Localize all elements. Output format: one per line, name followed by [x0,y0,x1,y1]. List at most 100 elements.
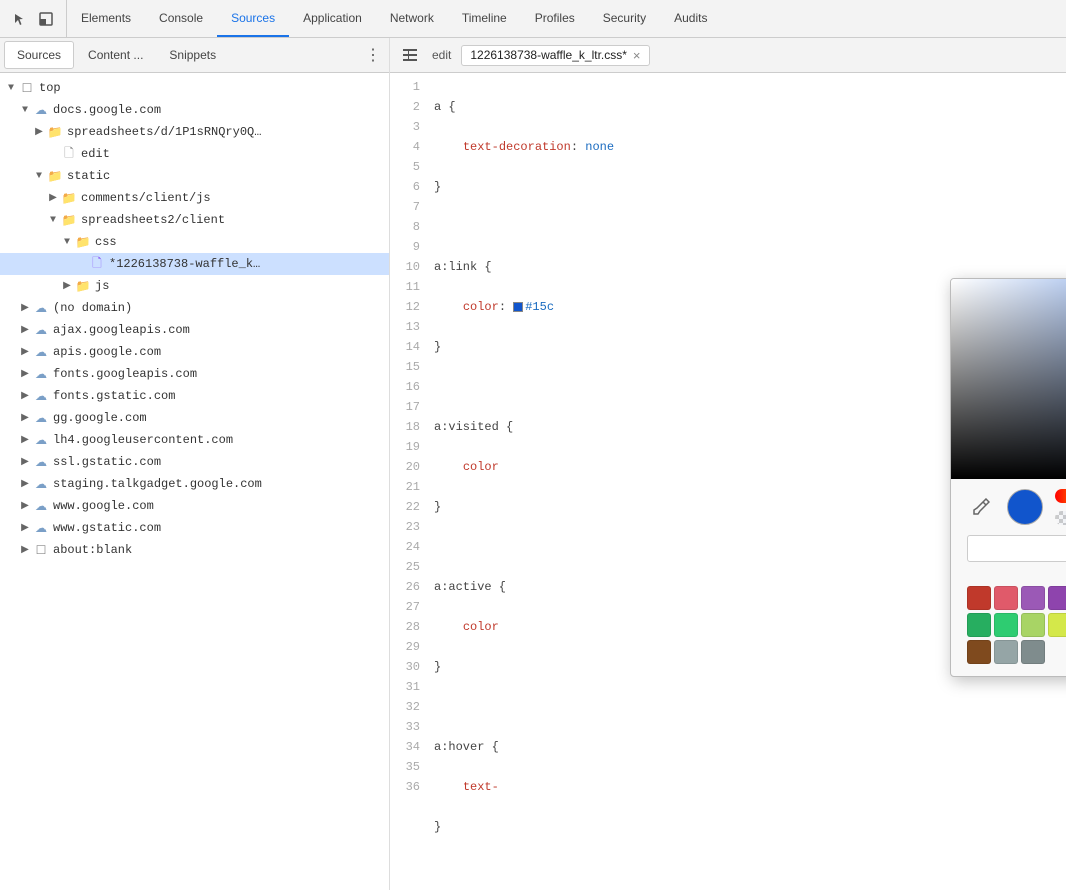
tree-item-ajax[interactable]: ▶ ☁ ajax.googleapis.com [0,319,389,341]
tab-console[interactable]: Console [145,0,217,37]
tree-item-fonts-googleapis[interactable]: ▶ ☁ fonts.googleapis.com [0,363,389,385]
swatches-grid [967,586,1066,664]
cloud-icon-apis: ☁ [32,345,50,360]
tree-label-spreadsheets2: spreadsheets2/client [81,213,225,227]
tab-profiles[interactable]: Profiles [521,0,589,37]
cloud-icon-fonts-googleapis: ☁ [32,367,50,382]
folder-icon-css: 📁 [74,235,92,250]
swatch-19[interactable] [967,640,991,664]
tree-label-fonts-googleapis: fonts.googleapis.com [53,367,197,381]
tree-item-top[interactable]: ▼ ☐ top [0,77,389,99]
tree-item-spreadsheets[interactable]: ▶ 📁 spreadsheets/d/1P1sRNQry0Q… [0,121,389,143]
tree-item-staging-talkgadget[interactable]: ▶ ☁ staging.talkgadget.google.com [0,473,389,495]
tab-elements[interactable]: Elements [67,0,145,37]
cloud-icon-no-domain: ☁ [32,301,50,316]
swatch-20[interactable] [994,640,1018,664]
tree-label-static: static [67,169,110,183]
tree-item-docs[interactable]: ▼ ☁ docs.google.com [0,99,389,121]
arrow-waffle-css [74,259,88,270]
hex-input[interactable] [967,535,1066,562]
tree-item-gg-google[interactable]: ▶ ☁ gg.google.com [0,407,389,429]
tree-item-apis[interactable]: ▶ ☁ apis.google.com [0,341,389,363]
color-preview-circle [1007,489,1043,525]
swatch-4[interactable] [1048,586,1066,610]
tree-item-about-blank[interactable]: ▶ ☐ about:blank [0,539,389,561]
alpha-slider-inner [1055,511,1066,525]
code-file-tab-name: 1226138738-waffle_k_ltr.css* [470,48,627,62]
tree-label-gg-google: gg.google.com [53,411,147,425]
tree-item-edit[interactable]: 🗋 edit [0,143,389,165]
nav-tabs: Elements Console Sources Application Net… [67,0,721,37]
folder-icon-comments: 📁 [60,191,78,206]
tab-application[interactable]: Application [289,0,376,37]
tab-sources[interactable]: Sources [217,0,289,37]
close-tab-button[interactable]: × [633,48,641,63]
swatch-1[interactable] [967,586,991,610]
arrow-ssl-gstatic: ▶ [18,456,32,468]
cloud-icon-ssl-gstatic: ☁ [32,455,50,470]
tree-item-no-domain[interactable]: ▶ ☁ (no domain) [0,297,389,319]
tree-label-staging-talkgadget: staging.talkgadget.google.com [53,477,262,491]
arrow-apis: ▶ [18,346,32,358]
tree-item-waffle-css[interactable]: 🗋 *1226138738-waffle_k… [0,253,389,275]
tree-item-comments[interactable]: ▶ 📁 comments/client/js [0,187,389,209]
file-icon-edit: 🗋 [60,144,78,165]
folder-open-icon: ☐ [18,81,36,96]
tree-label-css: css [95,235,117,249]
tree-label-top: top [39,81,61,95]
eyedropper-button[interactable] [967,493,995,521]
file-icon-waffle-css: 🗋 [88,254,106,275]
sidebar-toggle-button[interactable] [398,43,422,67]
sidebar-tab-snippets[interactable]: Snippets [157,41,228,69]
tree-label-edit: edit [81,147,110,161]
swatch-10[interactable] [967,613,991,637]
arrow-www-google: ▶ [18,500,32,512]
tree-label-ajax: ajax.googleapis.com [53,323,190,337]
tree-item-www-gstatic[interactable]: ▶ ☁ www.gstatic.com [0,517,389,539]
color-swatch-inline[interactable] [513,302,523,312]
tree-item-js[interactable]: ▶ 📁 js [0,275,389,297]
arrow-fonts-googleapis: ▶ [18,368,32,380]
swatch-3[interactable] [1021,586,1045,610]
tree-item-www-google[interactable]: ▶ ☁ www.google.com [0,495,389,517]
tree-item-ssl-gstatic[interactable]: ▶ ☁ ssl.gstatic.com [0,451,389,473]
tree-label-www-google: www.google.com [53,499,154,513]
hue-slider[interactable] [1055,489,1066,503]
cloud-icon-gg-google: ☁ [32,411,50,426]
tab-network[interactable]: Network [376,0,448,37]
sidebar-tab-content[interactable]: Content ... [76,41,155,69]
tree-item-spreadsheets2[interactable]: ▼ 📁 spreadsheets2/client [0,209,389,231]
tree-label-spreadsheets: spreadsheets/d/1P1sRNQry0Q… [67,125,261,139]
tree-label-no-domain: (no domain) [53,301,132,315]
dock-icon[interactable] [34,7,58,31]
tree-item-lh4[interactable]: ▶ ☁ lh4.googleusercontent.com [0,429,389,451]
tree-item-css[interactable]: ▼ 📁 css [0,231,389,253]
tab-security[interactable]: Security [589,0,660,37]
tab-timeline[interactable]: Timeline [448,0,521,37]
tree-label-lh4: lh4.googleusercontent.com [53,433,233,447]
tree-label-ssl-gstatic: ssl.gstatic.com [53,455,161,469]
code-file-tab[interactable]: 1226138738-waffle_k_ltr.css* × [461,45,649,66]
tree-item-fonts-gstatic[interactable]: ▶ ☁ fonts.gstatic.com [0,385,389,407]
tree-item-static[interactable]: ▼ 📁 static [0,165,389,187]
swatch-13[interactable] [1048,613,1066,637]
tab-audits[interactable]: Audits [660,0,721,37]
sidebar-more-button[interactable]: ⋮ [361,43,385,67]
swatch-12[interactable] [1021,613,1045,637]
arrow-staging-talkgadget: ▶ [18,478,32,490]
cursor-icon[interactable] [8,7,32,31]
sidebar-tab-sources[interactable]: Sources [4,41,74,69]
swatch-21[interactable] [1021,640,1045,664]
swatch-2[interactable] [994,586,1018,610]
folder-icon-static: 📁 [46,169,64,184]
arrow-top: ▼ [4,83,18,94]
folder-icon-about-blank: ☐ [32,543,50,558]
color-gradient-area[interactable] [951,279,1066,479]
tree-label-about-blank: about:blank [53,543,132,557]
alpha-slider[interactable] [1055,511,1066,525]
sidebar-tabs: Sources Content ... Snippets ⋮ [0,38,389,73]
arrow-comments: ▶ [46,192,60,204]
swatch-11[interactable] [994,613,1018,637]
arrow-spreadsheets: ▶ [32,126,46,138]
hex-area: ▲ ▼ HEX [967,535,1066,576]
